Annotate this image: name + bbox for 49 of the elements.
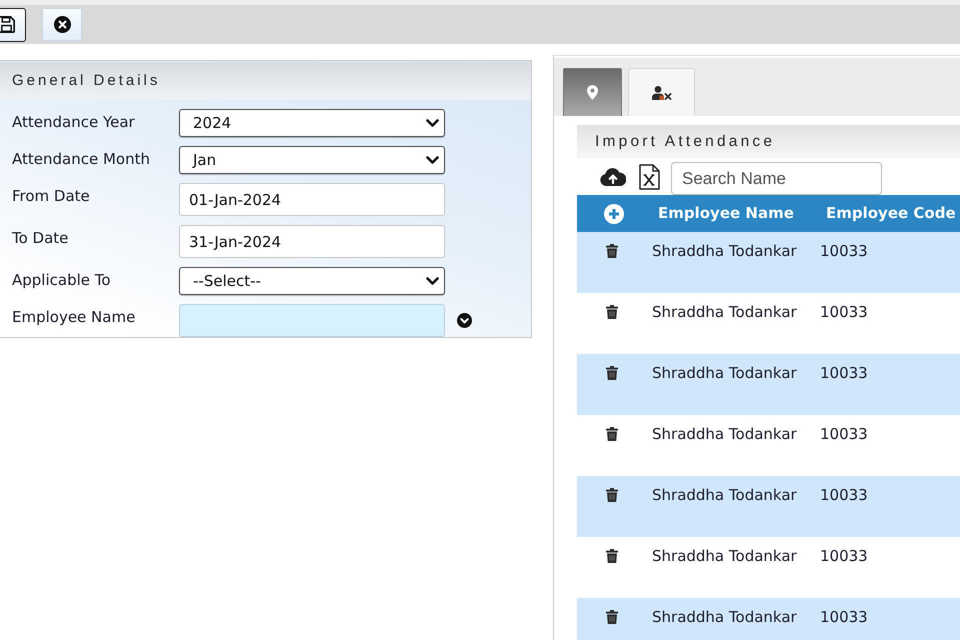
dropdown-field[interactable]: --Select-- [179,267,445,295]
table-cell-text: Shraddha Todankar [651,241,798,262]
field-label: To Date [12,228,70,249]
table-cell-text: Shraddha Todankar [651,302,798,323]
close-icon [54,16,70,33]
trash-icon[interactable] [606,549,618,563]
table-cell-text: Shraddha Todankar [651,363,798,384]
trash-icon[interactable] [606,305,618,319]
chevron-down-circle-icon[interactable] [457,313,472,328]
field-label: From Date [12,186,91,207]
section-title: General Details [0,62,531,100]
date-field[interactable]: 31-Jan-2024 [179,225,445,258]
table-cell-text: 10033 [819,424,869,445]
input-field[interactable] [179,304,445,337]
dropdown-field[interactable]: 2024 [179,109,445,137]
chevron-down-icon [426,156,439,164]
chevron-down-icon [426,276,439,286]
chevron-down-icon [426,118,439,128]
field-label: Employee Name [12,307,136,328]
date-field[interactable]: 01-Jan-2024 [179,183,445,216]
add-icon[interactable] [604,204,624,224]
spreadsheet-file-icon[interactable] [639,164,660,190]
table-cell-text: Shraddha Todankar [651,485,798,506]
table-cell-text: 10033 [819,241,869,262]
field-label: Attendance Year [12,112,136,133]
search-field[interactable]: Search Name [671,162,882,195]
column-header: Employee Name [657,203,795,224]
table-cell-text: 10033 [819,546,869,567]
table-cell-text: 10033 [819,363,869,384]
map-pin-icon [587,85,598,100]
cloud-upload-icon[interactable] [600,167,626,186]
table-cell-text: 10033 [819,302,869,323]
trash-icon[interactable] [606,610,618,624]
table-cell-text: Shraddha Todankar [651,607,798,628]
person-x-icon [652,86,672,100]
trash-icon[interactable] [606,488,618,502]
field-label: Attendance Month [12,149,151,170]
trash-icon[interactable] [606,244,618,258]
dropdown-field[interactable]: Jan [179,146,445,174]
field-label: Applicable To [12,270,112,291]
trash-icon[interactable] [606,366,618,380]
table-cell-text: Shraddha Todankar [651,546,798,567]
table-cell-text: 10033 [819,607,869,628]
close-button[interactable] [42,8,82,41]
column-header: Employee Code [825,203,957,224]
table-cell-text: Shraddha Todankar [651,424,798,445]
table-cell-text: 10033 [819,485,869,506]
section-title: Import Attendance [577,125,960,158]
trash-icon[interactable] [606,427,618,441]
